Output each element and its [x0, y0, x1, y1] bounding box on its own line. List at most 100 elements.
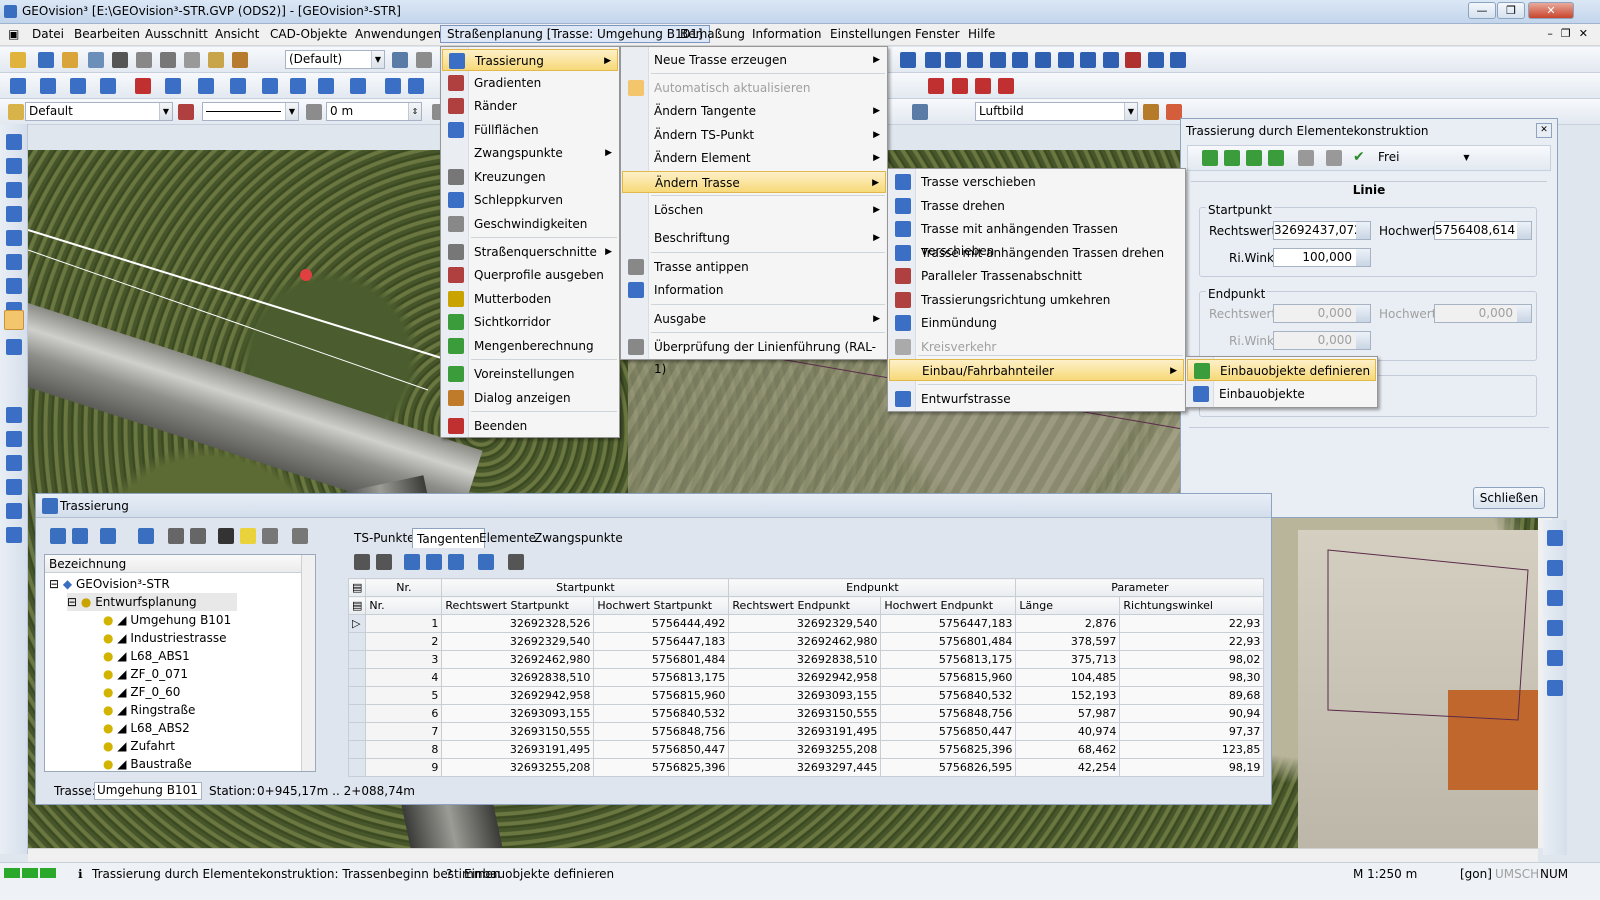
menu1-item-3[interactable]: Füllflächen [442, 119, 618, 141]
line-icon[interactable] [40, 78, 56, 94]
table-cell[interactable]: 5756850,447 [880, 722, 1017, 741]
grid-tool1-icon[interactable] [354, 554, 370, 570]
grid-tool3-icon[interactable] [404, 554, 420, 570]
print-table-icon[interactable] [508, 554, 524, 570]
table-cell[interactable]: 375,713 [1015, 650, 1121, 669]
table-cell[interactable]: 5756825,396 [880, 740, 1017, 759]
menu-strassenplanung[interactable]: Straßenplanung [Trasse: Umgehung B101] [440, 25, 710, 43]
measure5-icon[interactable] [990, 52, 1006, 68]
arc-icon[interactable] [100, 78, 116, 94]
style-combo[interactable]: Default ▼ [25, 102, 173, 121]
table-row[interactable]: 6 32693093,155 5756840,532 32693150,555 5756… [347, 704, 1265, 723]
col-richtungswinkel[interactable]: Richtungswinkel [1119, 596, 1265, 615]
construct-clothoid-icon[interactable] [1246, 150, 1262, 166]
menu2-item-8[interactable]: Trasse antippen [622, 256, 886, 278]
rectangle-icon[interactable] [135, 78, 151, 94]
layer-combo[interactable]: (Default) ▼ [285, 50, 385, 69]
tree-item[interactable]: ● ◢ Industriestrasse [103, 629, 226, 647]
menu1-item-11[interactable]: Sichtkorridor [442, 311, 618, 333]
measure-icon[interactable] [900, 52, 916, 68]
menu2-item-1[interactable]: Automatisch aktualisieren [622, 77, 886, 99]
add-trasse-icon[interactable] [50, 528, 66, 544]
end-riwinkel-input[interactable]: 0,000 [1273, 331, 1371, 350]
menu1-item-1[interactable]: Gradienten [442, 72, 618, 94]
table-row[interactable]: 4 32692838,510 5756813,175 32692942,958 5756… [347, 668, 1265, 687]
start-riwinkel-input[interactable]: 100,000 [1273, 248, 1371, 267]
new-icon[interactable] [38, 52, 54, 68]
pencil-icon[interactable] [10, 52, 26, 68]
menu1-item-0[interactable]: Trassierung ▶ [442, 49, 618, 71]
table-cell[interactable]: 42,254 [1015, 758, 1121, 777]
menu1-item-6[interactable]: Schleppkurven [442, 189, 618, 211]
print-icon[interactable] [136, 52, 152, 68]
table-cell[interactable]: 5 [365, 686, 443, 705]
table-cell[interactable]: 32693191,495 [441, 740, 595, 759]
r-tool5-icon[interactable] [1547, 650, 1563, 666]
offset-input[interactable]: 0 m ⇕ [326, 102, 422, 121]
trasse-options-icon[interactable] [100, 528, 116, 544]
table-cell[interactable]: 32693255,208 [441, 758, 595, 777]
tree-item[interactable]: ● ◢ Baustraße [103, 755, 192, 771]
table-cell[interactable]: 1 [365, 614, 443, 633]
table-cell[interactable]: 98,19 [1119, 758, 1265, 777]
open-icon[interactable] [62, 52, 78, 68]
spline-icon[interactable] [230, 78, 246, 94]
end-rechtswert-input[interactable]: 0,000 [1273, 304, 1371, 323]
ellipse-icon[interactable] [198, 78, 214, 94]
menu1-item-8[interactable]: Straßenquerschnitte ▶ [442, 241, 618, 263]
pick-icon[interactable] [1326, 150, 1342, 166]
table-cell[interactable]: 5756840,532 [593, 704, 730, 723]
close-dialog-button[interactable]: Schließen [1473, 487, 1545, 509]
table-cell[interactable]: 32693255,208 [728, 740, 882, 759]
menu-cad-objekte[interactable]: CAD-Objekte [270, 27, 347, 41]
menu1-item-10[interactable]: Mutterboden [442, 288, 618, 310]
table-cell[interactable]: 5756813,175 [593, 668, 730, 687]
table-cell[interactable]: 5756801,484 [593, 650, 730, 669]
menu1-item-9[interactable]: Querprofile ausgeben [442, 264, 618, 286]
menu2-item-9[interactable]: Information [622, 279, 886, 301]
row-selector[interactable] [347, 758, 367, 777]
move-icon[interactable] [262, 78, 278, 94]
r-tool4-icon[interactable] [1547, 620, 1563, 636]
menu3-item-2[interactable]: Trasse mit anhängenden Trassen verschieb… [889, 218, 1184, 258]
table-cell[interactable]: 32693150,555 [441, 722, 595, 741]
table-cell[interactable]: 32692329,540 [441, 632, 595, 651]
construct-element-icon[interactable] [1268, 150, 1284, 166]
copy-object-icon[interactable] [318, 78, 334, 94]
grid-tool4-icon[interactable] [426, 554, 442, 570]
cut-icon[interactable] [184, 52, 200, 68]
width-icon[interactable] [306, 104, 322, 120]
menu-einstellungen[interactable]: Einstellungen [830, 27, 911, 41]
select-icon[interactable] [385, 78, 401, 94]
tree-root[interactable]: ⊟ ◆ GEOvision³-STR [49, 575, 170, 593]
tree-item[interactable]: ● ◢ Umgehung B101 [103, 611, 231, 629]
menu-bearbeiten[interactable]: Bearbeiten [74, 27, 140, 41]
table-cell[interactable]: 32693297,445 [728, 758, 882, 777]
circle-icon[interactable] [165, 78, 181, 94]
table-cell[interactable]: 5756801,484 [880, 632, 1017, 651]
menu3-item-3[interactable]: Trasse mit anhängenden Trassen drehen [889, 242, 1184, 264]
layer-tool-icon[interactable] [392, 52, 408, 68]
table-cell[interactable]: 32692838,510 [441, 668, 595, 687]
polyline-icon[interactable] [70, 78, 86, 94]
menu1-item-13[interactable]: Voreinstellungen [442, 363, 618, 385]
row-selector[interactable] [347, 722, 367, 741]
pick-trasse-icon[interactable] [190, 528, 206, 544]
table-cell[interactable]: 152,193 [1015, 686, 1121, 705]
copy-icon[interactable] [208, 52, 224, 68]
color-icon[interactable] [178, 104, 194, 120]
menu3-item-1[interactable]: Trasse drehen [889, 195, 1184, 217]
tree-item[interactable]: ● ◢ ZF_0_60 [103, 683, 180, 701]
table-cell[interactable]: 89,68 [1119, 686, 1265, 705]
menu1-item-4[interactable]: Zwangspunkte ▶ [442, 142, 618, 164]
tree-item[interactable]: ● ◢ L68_ABS2 [103, 719, 190, 737]
measure4-icon[interactable] [967, 52, 983, 68]
menu3-item-0[interactable]: Trasse verschieben [889, 171, 1184, 193]
app-icon[interactable] [4, 5, 17, 18]
table-cell[interactable]: 5756447,183 [593, 632, 730, 651]
col-rechtswert-end[interactable]: Rechtswert Endpunkt [728, 596, 882, 615]
r-tool3-icon[interactable] [1547, 590, 1563, 606]
measure2-icon[interactable] [925, 52, 941, 68]
table-cell[interactable]: 32692329,540 [728, 614, 882, 633]
background-combo[interactable]: Luftbild ▼ [975, 102, 1138, 121]
